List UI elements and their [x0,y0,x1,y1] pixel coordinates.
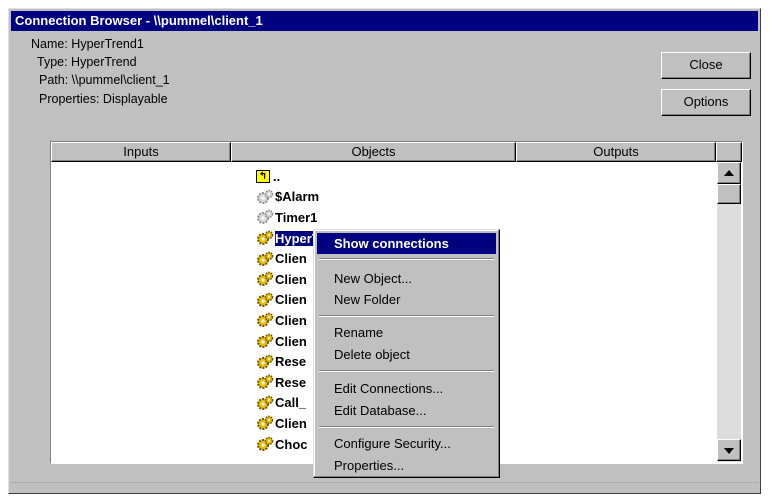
tree-item-label: Call_ [275,395,307,411]
close-button[interactable]: Close [661,52,751,79]
context-menu: Show connections New Object... New Folde… [313,229,500,478]
tree-item-label: $Alarm [275,189,320,205]
tree-item[interactable]: $Alarm [256,187,516,208]
tree-item-label: Rese [275,354,307,370]
menu-item-label: Configure Security... [334,436,451,451]
tree-item-parent[interactable]: ↰ .. [256,166,516,187]
scroll-thumb[interactable] [717,184,741,204]
up-folder-icon: ↰ [256,169,270,183]
menu-item-label: New Folder [334,292,401,307]
tree-item-label: Rese [275,374,307,390]
gear-icon [256,312,274,328]
vertical-scrollbar[interactable] [717,162,741,462]
gear-icon [256,189,274,205]
column-header-objects[interactable]: Objects [231,142,516,162]
tree-item-label: Clien [275,333,307,349]
gear-icon [256,271,274,287]
gear-icon [256,251,274,267]
column-header-corner [716,142,742,162]
menu-item-edit-connections[interactable]: Edit Connections... [317,378,496,399]
menu-item-new-object[interactable]: New Object... [317,268,496,289]
menu-item-label: Rename [334,325,384,340]
tree-item-label: .. [273,168,281,184]
tree-item[interactable]: Timer1 [256,207,516,228]
menu-item-label: Show connections [334,236,449,251]
menu-item-properties[interactable]: Properties... [317,455,496,476]
menu-item-rename[interactable]: Rename [317,322,496,343]
divider [11,482,758,483]
tree-item-label: Choc [275,436,308,452]
gear-icon [256,230,274,246]
tree-item-label: Clien [275,415,307,431]
menu-item-label: Delete object [334,347,410,362]
scroll-down-button[interactable] [717,439,741,461]
window-title: Connection Browser - \\pummel\client_1 [15,13,263,28]
gear-icon [256,374,274,390]
scroll-up-button[interactable] [717,162,741,184]
menu-item-configure-security[interactable]: Configure Security... [317,433,496,454]
menu-separator [319,315,494,317]
gear-icon [256,209,274,225]
menu-item-new-folder[interactable]: New Folder [317,289,496,310]
gear-icon [256,333,274,349]
options-button[interactable]: Options [661,89,751,116]
up-arrow-icon [724,170,734,176]
info-name: Name: HyperTrend1 [31,37,144,51]
gear-icon [256,436,274,452]
menu-item-label: New Object... [334,271,413,286]
tree-item-label: Clien [275,312,307,328]
column-header-objects-label: Objects [351,144,396,159]
menu-item-edit-database[interactable]: Edit Database... [317,400,496,421]
info-path: Path: \\pummel\client_1 [39,73,170,87]
info-properties: Properties: Displayable [39,92,168,106]
gear-icon [256,292,274,308]
down-arrow-icon [724,448,734,454]
menu-separator [319,426,494,428]
menu-item-label: Edit Database... [334,403,427,418]
info-type: Type: HyperTrend [37,55,137,69]
options-button-label: Options [683,94,729,109]
menu-separator [319,370,494,372]
menu-item-label: Edit Connections... [334,381,444,396]
title-bar[interactable]: Connection Browser - \\pummel\client_1 [11,11,758,31]
column-header-outputs[interactable]: Outputs [516,142,716,162]
tree-item-label: Clien [275,271,307,287]
menu-item-delete-object[interactable]: Delete object [317,344,496,365]
tree-item-label: Clien [275,292,307,308]
menu-item-label: Properties... [334,458,405,473]
tree-item-label: Timer1 [275,209,318,225]
menu-separator [319,258,494,260]
column-header-inputs-label: Inputs [123,144,159,159]
tree-item-label: Clien [275,251,307,267]
gear-icon [256,395,274,411]
column-header-inputs[interactable]: Inputs [51,142,231,162]
gear-icon [256,354,274,370]
column-header-outputs-label: Outputs [593,144,639,159]
close-button-label: Close [689,57,723,72]
menu-item-show-connections[interactable]: Show connections [317,233,496,254]
gear-icon [256,415,274,431]
